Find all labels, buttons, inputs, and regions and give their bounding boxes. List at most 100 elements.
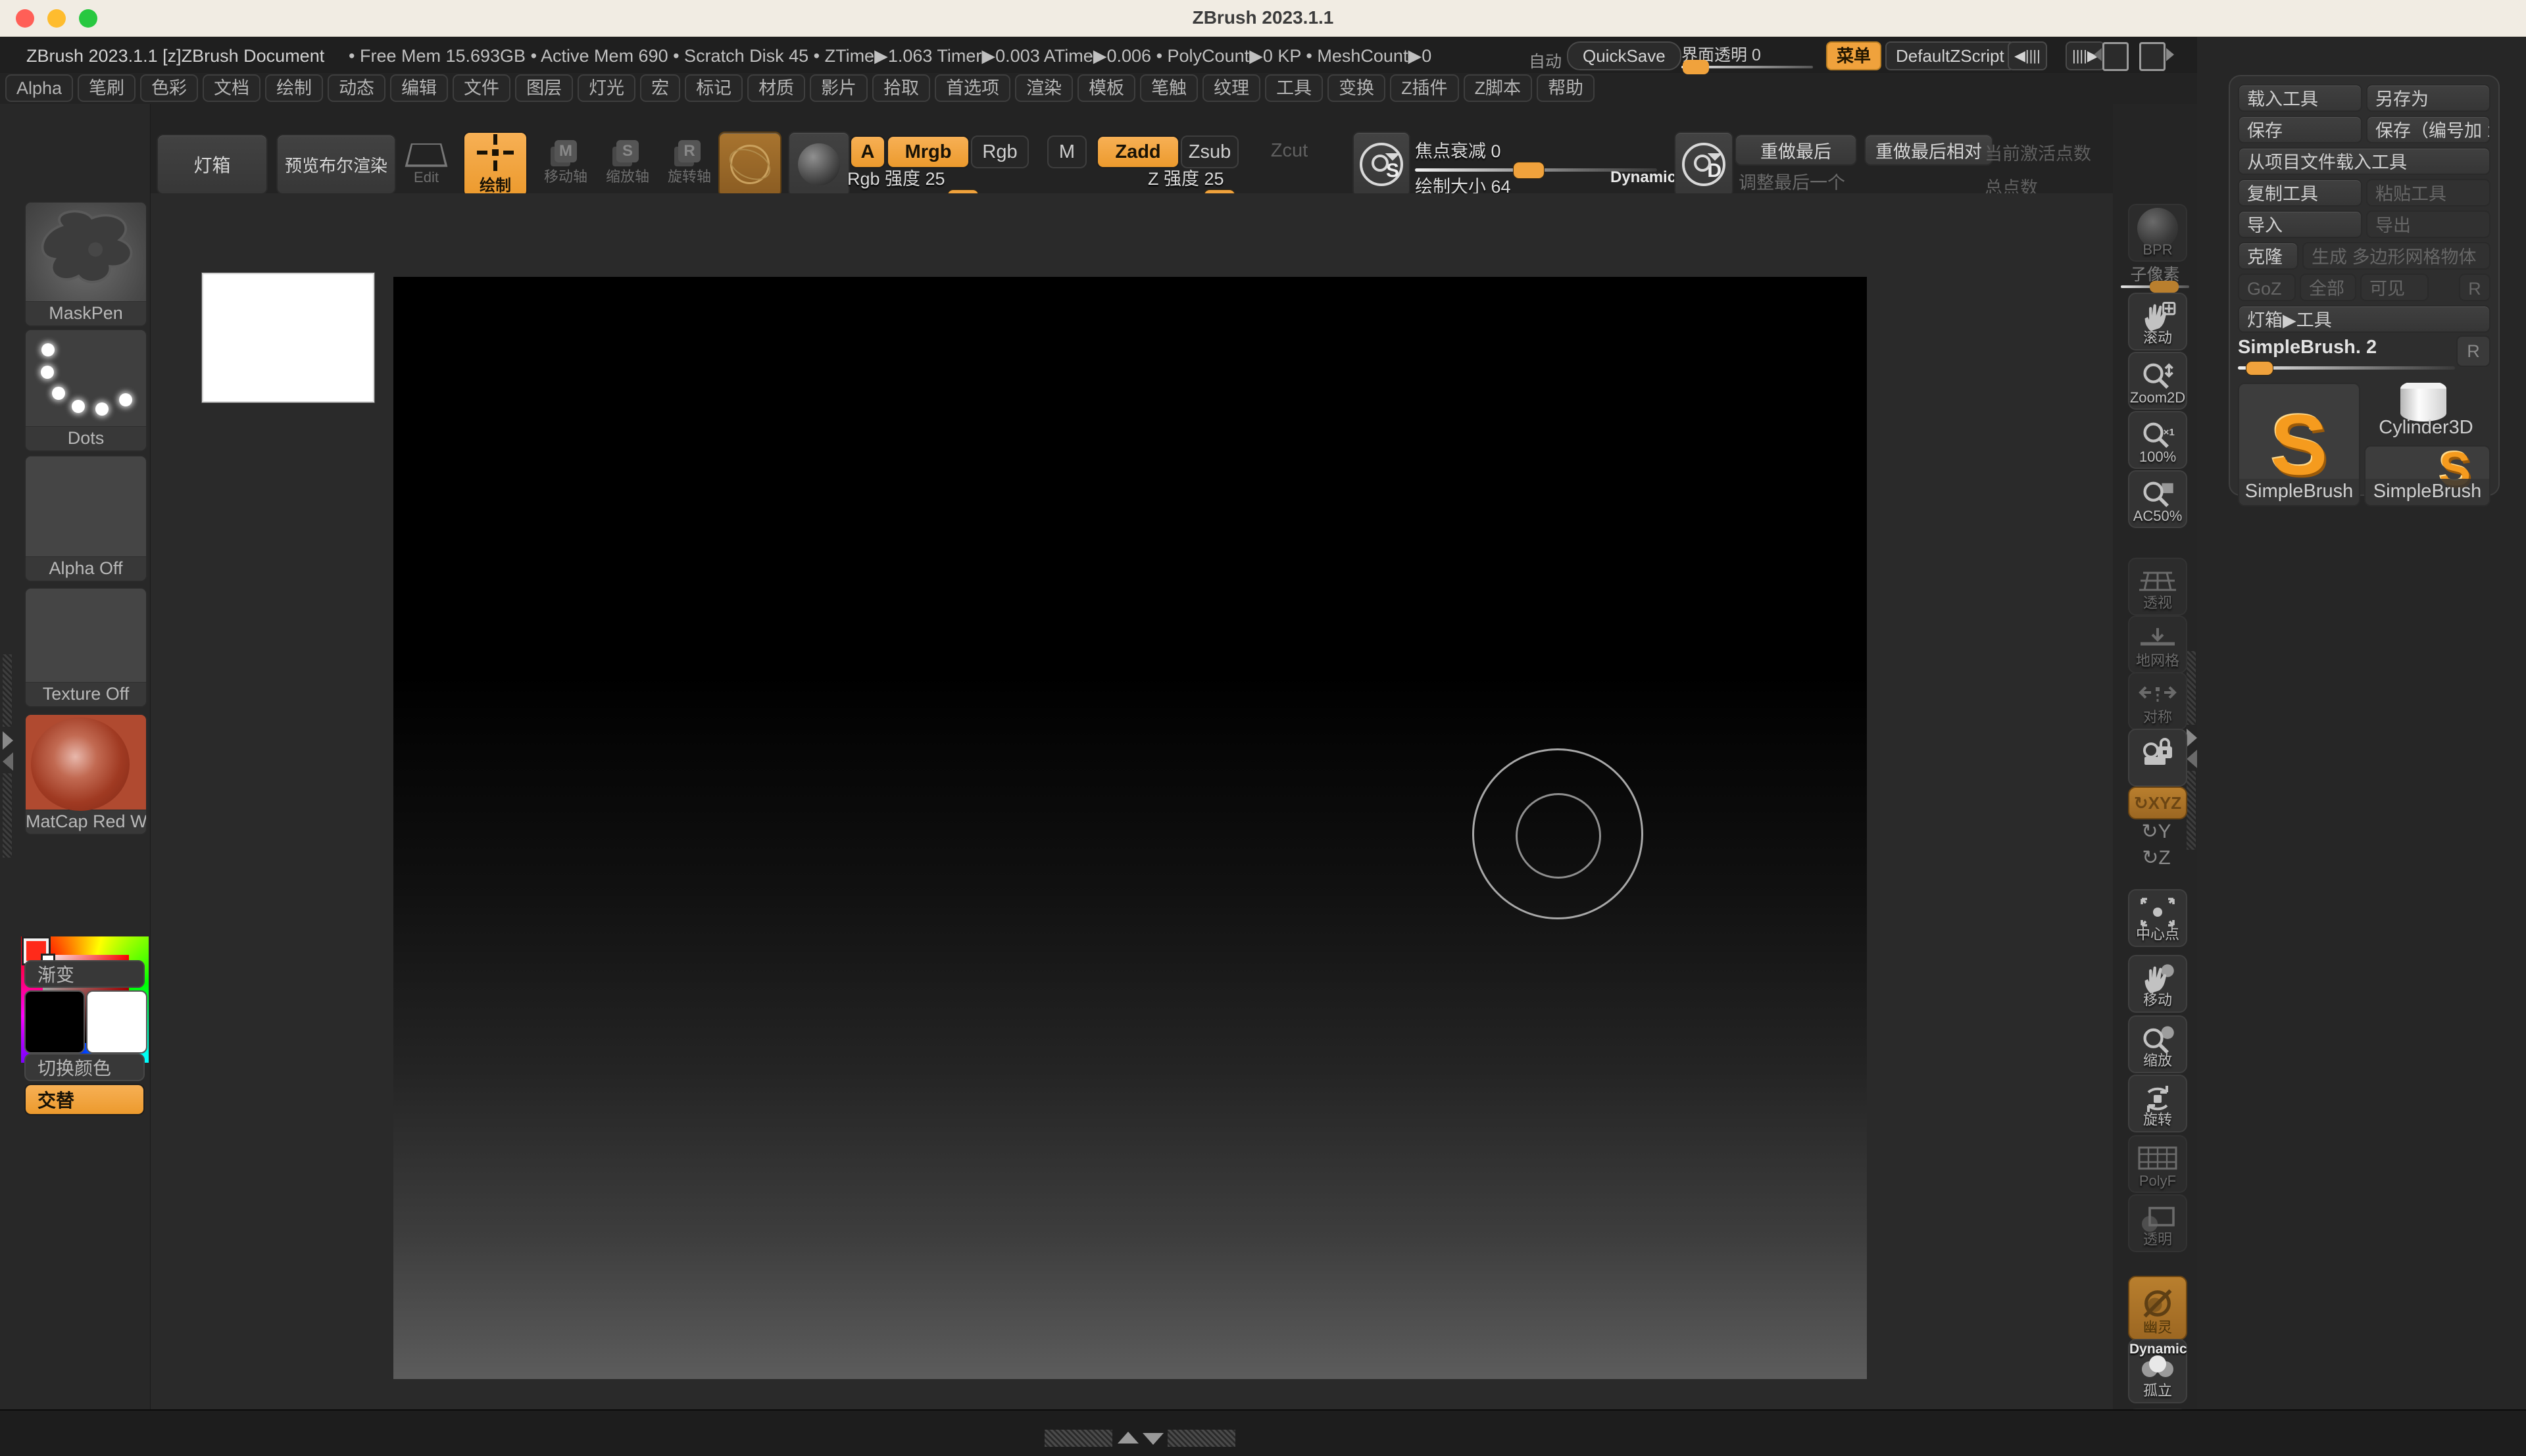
对称-button[interactable]: 对称 xyxy=(2128,672,2187,730)
divider-right-icon[interactable] xyxy=(2139,42,2166,71)
menu-toggle-button[interactable]: 菜单 xyxy=(1826,41,1881,70)
tool-button-复制工具[interactable]: 复制工具 xyxy=(2238,179,2362,206)
collapse-left-icon[interactable] xyxy=(2187,750,2197,768)
tool-tile-simplebrush-large[interactable]: S SimpleBrush xyxy=(2238,383,2360,506)
secondary-color-swatch[interactable] xyxy=(86,990,147,1054)
menu-编辑[interactable]: 编辑 xyxy=(390,74,448,102)
menu-文档[interactable]: 文档 xyxy=(203,74,260,102)
中心点-button[interactable]: 中心点 xyxy=(2128,889,2187,947)
Y-button[interactable]: ↻Y xyxy=(2128,819,2185,843)
menu-影片[interactable]: 影片 xyxy=(810,74,868,102)
zcut-button[interactable]: Zcut xyxy=(1263,135,1316,166)
zscript-button[interactable]: DefaultZScript xyxy=(1885,41,2015,70)
subpixel-handle[interactable] xyxy=(2150,281,2179,293)
PolyF-button[interactable]: PolyF xyxy=(2128,1135,2187,1193)
subpixel-slider[interactable] xyxy=(2121,285,2189,288)
滚动-button[interactable]: 滚动 xyxy=(2128,293,2187,351)
focal-shift-slider[interactable]: 焦点衰减 0 xyxy=(1415,137,1657,172)
menu-Z脚本[interactable]: Z脚本 xyxy=(1464,74,1533,102)
rotate-axis-button[interactable]: R 旋转轴 xyxy=(662,133,717,193)
divider-grip[interactable] xyxy=(2187,771,2196,850)
switch-color-button[interactable]: 切换颜色 xyxy=(24,1054,145,1081)
tool-button-从项目文件载入工具[interactable]: 从项目文件载入工具 xyxy=(2238,147,2490,175)
m-button[interactable]: M xyxy=(1047,135,1087,168)
透视-button[interactable]: 透视 xyxy=(2128,558,2187,616)
dynamic-brush-size-button[interactable]: D xyxy=(1674,132,1733,197)
current-brush-button[interactable] xyxy=(718,132,781,197)
menu-标记[interactable]: 标记 xyxy=(685,74,743,102)
ui-transparency-slider[interactable] xyxy=(1681,66,1813,68)
zadd-button[interactable]: Zadd xyxy=(1097,135,1179,168)
tool-button-导出[interactable]: 导出 xyxy=(2366,210,2490,238)
alternate-button[interactable]: 交替 xyxy=(24,1084,145,1115)
旋转-button[interactable]: 旋转 xyxy=(2128,1075,2187,1132)
tool-button-另存为[interactable]: 另存为 xyxy=(2366,84,2490,112)
preview-boolean-render-button[interactable]: 预览布尔渲染 xyxy=(276,134,396,195)
mrgb-button[interactable]: Mrgb xyxy=(887,135,970,168)
孤立-button[interactable]: Dynamic孤立 xyxy=(2128,1339,2187,1403)
tool-button-GoZ[interactable]: GoZ xyxy=(2238,274,2296,301)
menu-色彩[interactable]: 色彩 xyxy=(140,74,198,102)
menu-Alpha[interactable]: Alpha xyxy=(5,74,73,102)
edit-mode-button[interactable]: Edit xyxy=(399,133,454,193)
移动-button[interactable]: 移动 xyxy=(2128,955,2187,1013)
active-tool-slider[interactable]: SimpleBrush. 2 R xyxy=(2238,337,2490,374)
expand-up-icon[interactable] xyxy=(1118,1432,1139,1444)
camera-lock-button[interactable] xyxy=(2128,729,2187,787)
BPR-button[interactable]: BPR xyxy=(2128,204,2187,262)
AC50%-button[interactable]: AC50% xyxy=(2128,470,2187,528)
rgb-button[interactable]: Rgb xyxy=(971,135,1029,168)
tool-slot-slider[interactable] xyxy=(2238,360,2455,370)
tool-button-克隆[interactable]: 克隆 xyxy=(2238,242,2298,270)
透明-button[interactable]: 透明 xyxy=(2128,1194,2187,1252)
gradient-button[interactable]: 渐变 xyxy=(24,960,145,988)
bottom-divider-bar[interactable] xyxy=(0,1409,2526,1456)
menu-笔触[interactable]: 笔触 xyxy=(1140,74,1198,102)
tool-tile-cylinder3d[interactable]: Cylinder3D xyxy=(2364,383,2488,441)
100%-button[interactable]: ×1100% xyxy=(2128,411,2187,469)
divider-grip[interactable] xyxy=(3,654,12,727)
bottom-grip[interactable] xyxy=(1045,1430,1112,1447)
expand-right-icon[interactable] xyxy=(3,731,13,750)
layout-prev-button[interactable]: ◀|||| xyxy=(2008,41,2047,70)
current-material-tile[interactable]: MatCap Red Wa xyxy=(24,714,147,835)
move-axis-button[interactable]: M 移动轴 xyxy=(538,133,593,193)
menu-文件[interactable]: 文件 xyxy=(453,74,510,102)
tool-tile-simplebrush-small[interactable]: S SimpleBrush xyxy=(2364,445,2490,506)
menu-渲染[interactable]: 渲染 xyxy=(1015,74,1073,102)
tool-button-全部[interactable]: 全部 xyxy=(2300,274,2356,301)
document-preview-thumbnail[interactable] xyxy=(202,273,374,402)
menu-变换[interactable]: 变换 xyxy=(1327,74,1385,102)
canvas[interactable] xyxy=(393,277,1867,1379)
sculptris-pro-button[interactable]: S xyxy=(1352,132,1410,197)
redo-last-relative-button[interactable]: 重做最后相对 xyxy=(1864,134,1993,166)
menu-Z插件[interactable]: Z插件 xyxy=(1390,74,1459,102)
Z-button[interactable]: ↻Z xyxy=(2128,846,2185,869)
primary-color-swatch[interactable] xyxy=(24,990,85,1054)
divider-grip[interactable] xyxy=(2187,651,2196,725)
tool-button-灯箱▶工具[interactable]: 灯箱▶工具 xyxy=(2238,305,2490,333)
tool-button-导入[interactable]: 导入 xyxy=(2238,210,2362,238)
divider-grip[interactable] xyxy=(3,773,12,858)
menu-拾取[interactable]: 拾取 xyxy=(872,74,930,102)
tool-slot-handle[interactable] xyxy=(2246,361,2273,376)
alpha-channel-button[interactable]: A xyxy=(850,135,885,168)
current-texture-tile[interactable]: Texture Off xyxy=(24,587,147,708)
menu-宏[interactable]: 宏 xyxy=(640,74,680,102)
current-material-button[interactable] xyxy=(788,132,850,197)
redo-last-button[interactable]: 重做最后 xyxy=(1735,134,1857,166)
tool-button-保存（编号加 1[interactable]: 保存（编号加 1 xyxy=(2366,116,2490,143)
quicksave-button[interactable]: QuickSave xyxy=(1567,41,1681,70)
tool-button-R[interactable]: R xyxy=(2459,274,2490,301)
menu-模板[interactable]: 模板 xyxy=(1077,74,1135,102)
collapse-left-icon[interactable] xyxy=(3,752,13,771)
tool-button-保存[interactable]: 保存 xyxy=(2238,116,2362,143)
menu-灯光[interactable]: 灯光 xyxy=(578,74,635,102)
scale-axis-button[interactable]: S 缩放轴 xyxy=(600,133,655,193)
lightbox-button[interactable]: 灯箱 xyxy=(157,134,268,195)
tool-button-粘贴工具[interactable]: 粘贴工具 xyxy=(2366,179,2490,206)
地网格-button[interactable]: 地网格 xyxy=(2128,616,2187,673)
document-area[interactable] xyxy=(151,193,2113,1409)
menu-纹理[interactable]: 纹理 xyxy=(1202,74,1260,102)
current-alpha-tile[interactable]: Alpha Off xyxy=(24,455,147,582)
